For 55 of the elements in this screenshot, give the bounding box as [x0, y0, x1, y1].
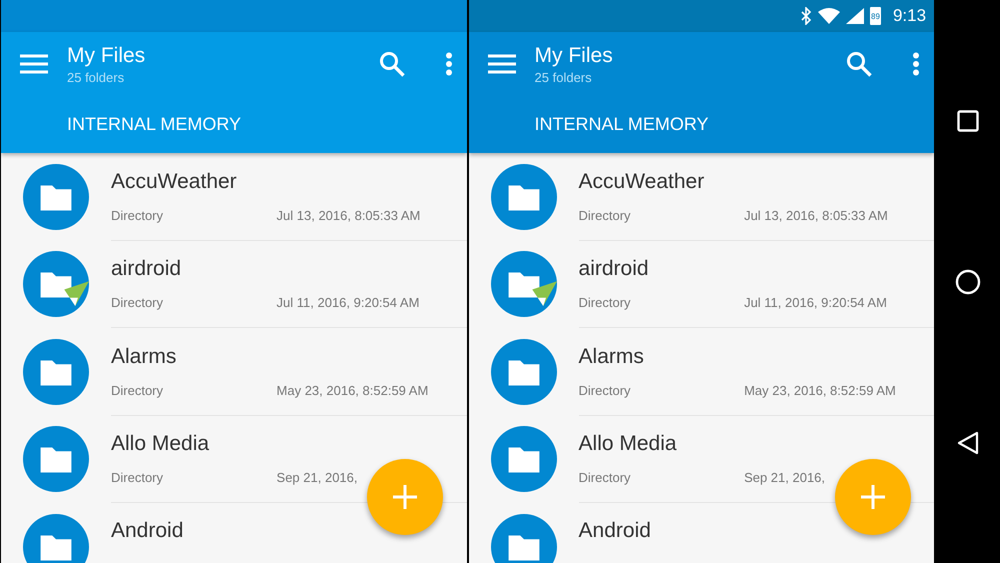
recents-icon[interactable]	[957, 110, 980, 132]
search-icon[interactable]	[378, 51, 405, 77]
file-type: Directory	[111, 208, 164, 223]
bluetooth-icon	[800, 7, 812, 25]
folder-icon	[23, 426, 89, 492]
file-type: Directory	[111, 295, 164, 310]
app-title: My Files	[67, 44, 146, 68]
battery-icon: 89	[870, 7, 881, 25]
app-title: My Files	[534, 44, 614, 68]
file-type: Directory	[578, 295, 631, 310]
menu-icon[interactable]	[19, 53, 49, 75]
file-name[interactable]: Alarms	[578, 344, 644, 369]
file-name[interactable]: Alarms	[111, 344, 176, 369]
folder-badge-icon	[490, 251, 557, 318]
search-icon[interactable]	[846, 51, 872, 77]
folder-icon	[490, 426, 557, 492]
file-name[interactable]: AccuWeather	[578, 170, 704, 194]
file-date: Jul 13, 2016, 8:05:33 AM	[744, 208, 889, 223]
file-type: Directory	[578, 382, 631, 398]
file-type: Directory	[111, 470, 164, 486]
folder-count: 25 folders	[534, 70, 593, 84]
file-date: May 23, 2016, 8:52:59 AM	[744, 382, 897, 398]
file-type: Directory	[578, 208, 631, 223]
more-options-icon[interactable]	[912, 52, 920, 76]
file-name[interactable]: AccuWeather	[111, 170, 237, 194]
file-type: Directory	[578, 470, 631, 486]
folder-icon	[490, 164, 557, 230]
file-name[interactable]: Allo Media	[578, 432, 677, 456]
file-name[interactable]: airdroid	[111, 257, 182, 282]
folder-icon	[23, 338, 89, 405]
status-time: 9:13	[892, 6, 926, 26]
folder-icon	[490, 338, 557, 405]
file-date: Sep 21, 2016,	[744, 470, 826, 486]
file-date: May 23, 2016, 8:52:59 AM	[276, 382, 430, 398]
file-date: Jul 11, 2016, 9:20:54 AM	[744, 295, 888, 310]
menu-icon[interactable]	[486, 53, 517, 75]
storage-tab[interactable]: INTERNAL MEMORY	[534, 114, 709, 135]
file-name[interactable]: airdroid	[578, 257, 649, 282]
home-icon[interactable]	[955, 268, 982, 294]
folder-icon	[23, 164, 89, 230]
file-date: Jul 13, 2016, 8:05:33 AM	[276, 208, 422, 223]
file-name[interactable]: Android	[578, 519, 651, 543]
file-name[interactable]: Android	[111, 519, 184, 543]
wifi-icon	[818, 8, 840, 24]
plus-icon	[860, 484, 886, 510]
back-icon[interactable]	[957, 431, 980, 455]
file-type: Directory	[111, 382, 164, 398]
file-name[interactable]: Allo Media	[111, 432, 210, 456]
more-options-icon[interactable]	[444, 52, 453, 76]
file-date: Jul 11, 2016, 9:20:54 AM	[276, 295, 420, 310]
signal-icon	[846, 8, 864, 24]
plus-icon	[392, 484, 418, 510]
file-date: Sep 21, 2016,	[276, 470, 358, 486]
folder-count: 25 folders	[67, 70, 126, 84]
folder-badge-icon	[23, 251, 89, 318]
